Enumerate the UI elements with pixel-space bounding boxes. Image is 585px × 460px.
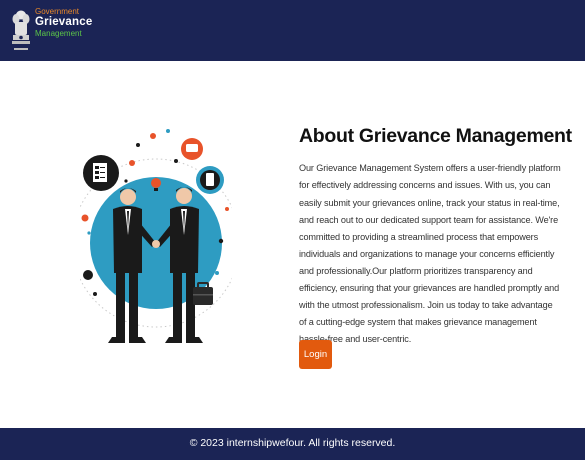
about-description: Our Grievance Management System offers a… bbox=[299, 163, 561, 345]
copyright-text: © 2023 internshipwefour. All rights rese… bbox=[189, 437, 396, 449]
about-section: About Grievance Management Our Grievance… bbox=[299, 125, 572, 369]
site-footer: © 2023 internshipwefour. All rights rese… bbox=[0, 428, 585, 460]
logo-text: Government Grievance Management bbox=[35, 7, 92, 39]
logo-line-government: Government bbox=[35, 7, 80, 16]
logo-line-grievance: Grievance bbox=[35, 16, 93, 29]
site-header: Government Grievance Management bbox=[0, 0, 585, 61]
main-content: About Grievance Management Our Grievance… bbox=[0, 61, 585, 428]
business-handshake-illustration bbox=[80, 129, 232, 343]
page-title: About Grievance Management bbox=[299, 125, 572, 147]
national-emblem-icon bbox=[12, 10, 30, 50]
login-button[interactable]: Login bbox=[299, 340, 332, 369]
logo-line-management: Management bbox=[35, 29, 82, 39]
